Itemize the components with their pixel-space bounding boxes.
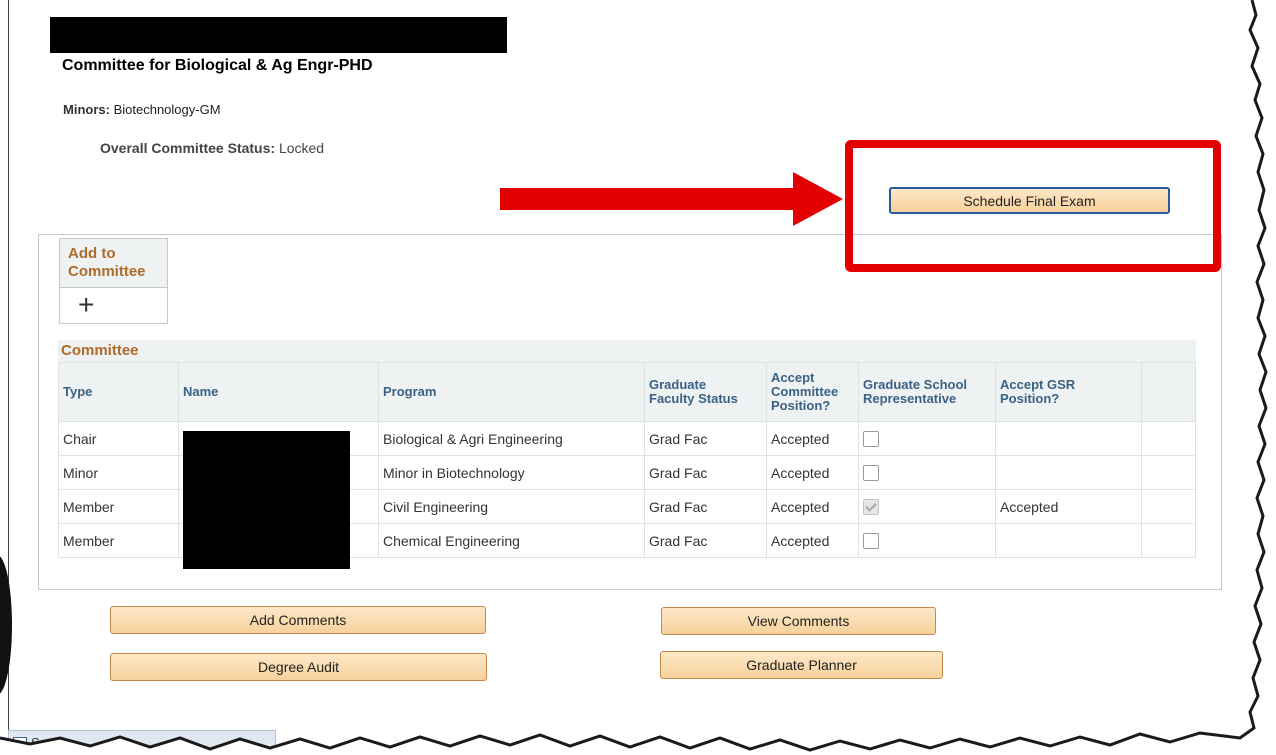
gsr-checkbox — [863, 499, 879, 516]
view-comments-button[interactable]: View Comments — [661, 607, 936, 635]
cell-program: Chemical Engineering — [378, 523, 645, 558]
cell-accept: Accepted — [766, 523, 859, 558]
header-faculty-status-l1: Graduate — [649, 377, 707, 392]
cell-empty — [1141, 523, 1196, 558]
cell-accept-gsr — [995, 523, 1142, 558]
edge-artifact — [0, 555, 12, 695]
header-accept-l2: Committee — [771, 384, 839, 399]
cell-faculty-status: Grad Fac — [644, 489, 767, 524]
cell-empty — [1141, 489, 1196, 524]
header-accept-gsr-l2: Position? — [1000, 391, 1060, 406]
cell-type: Member — [58, 523, 179, 558]
cell-empty — [1141, 421, 1196, 456]
header-accept-gsr-l1: Accept GSR — [1000, 377, 1076, 392]
annotation-arrow-shaft — [500, 188, 795, 210]
committee-status: Overall Committee Status: Locked — [100, 140, 324, 156]
add-label-line1: Add to — [68, 245, 116, 262]
header-empty — [1141, 362, 1196, 422]
page: Committee for Biological & Ag Engr-PHD M… — [0, 0, 1276, 755]
header-program[interactable]: Program — [378, 362, 645, 422]
gsr-checkbox[interactable] — [863, 465, 879, 482]
graduate-planner-button[interactable]: Graduate Planner — [660, 651, 943, 679]
cell-faculty-status: Grad Fac — [644, 455, 767, 490]
grid-title: Committee — [61, 342, 139, 359]
cell-gsr — [858, 421, 996, 456]
header-gsr-l2: Representative — [863, 391, 957, 406]
gsr-checkbox[interactable] — [863, 533, 879, 550]
gsr-checkbox[interactable] — [863, 431, 879, 448]
table-header-row: Type Name Program Graduate Faculty Status… — [58, 362, 1196, 422]
cell-type: Chair — [58, 421, 179, 456]
taskbar-item-label: Se — [31, 735, 47, 750]
degree-audit-button[interactable]: Degree Audit — [110, 653, 487, 681]
minors-label: Minors: — [63, 102, 110, 117]
cell-program: Civil Engineering — [378, 489, 645, 524]
cell-type: Minor — [58, 455, 179, 490]
cell-faculty-status: Grad Fac — [644, 523, 767, 558]
cell-gsr — [858, 523, 996, 558]
cell-program: Biological & Agri Engineering — [378, 421, 645, 456]
grid-title-bar — [58, 340, 1196, 362]
add-comments-button[interactable]: Add Comments — [110, 606, 486, 634]
add-to-committee-label: Add to Committee — [68, 245, 146, 281]
header-accept-l1: Accept — [771, 370, 815, 385]
add-label-line2: Committee — [68, 263, 146, 280]
redaction-names — [183, 431, 350, 569]
status-label: Overall Committee Status: — [100, 140, 276, 156]
cell-faculty-status: Grad Fac — [644, 421, 767, 456]
page-title: Committee for Biological & Ag Engr-PHD — [62, 57, 373, 74]
header-gsr-l1: Graduate School — [863, 377, 968, 392]
header-gsr[interactable]: Graduate School Representative — [858, 362, 996, 422]
header-type[interactable]: Type — [58, 362, 179, 422]
minors-field: Minors: Biotechnology-GM — [63, 102, 221, 117]
plus-icon[interactable]: + — [78, 291, 94, 319]
cell-gsr — [858, 489, 996, 524]
add-to-committee-box[interactable]: Add to Committee + — [59, 238, 168, 324]
cell-accept-gsr — [995, 455, 1142, 490]
cell-accept: Accepted — [766, 421, 859, 456]
header-faculty-status-l2: Faculty Status — [649, 391, 738, 406]
header-name[interactable]: Name — [178, 362, 379, 422]
header-faculty-status[interactable]: Graduate Faculty Status — [644, 362, 767, 422]
cell-program: Minor in Biotechnology — [378, 455, 645, 490]
header-accept-position[interactable]: Accept Committee Position? — [766, 362, 859, 422]
cell-accept: Accepted — [766, 489, 859, 524]
cell-accept-gsr — [995, 421, 1142, 456]
window-icon — [13, 737, 27, 749]
cell-accept: Accepted — [766, 455, 859, 490]
header-accept-l3: Position? — [771, 398, 831, 413]
annotation-arrow-head — [793, 172, 843, 226]
taskbar-item[interactable]: Se — [8, 730, 276, 755]
cell-empty — [1141, 455, 1196, 490]
add-to-committee-header: Add to Committee — [60, 239, 167, 288]
redaction-bar — [50, 17, 507, 53]
cell-type: Member — [58, 489, 179, 524]
annotation-highlight-box — [845, 140, 1221, 272]
cell-gsr — [858, 455, 996, 490]
minors-value: Biotechnology-GM — [113, 102, 221, 117]
status-value: Locked — [278, 140, 325, 156]
cell-accept-gsr: Accepted — [995, 489, 1142, 524]
header-accept-gsr[interactable]: Accept GSR Position? — [995, 362, 1142, 422]
